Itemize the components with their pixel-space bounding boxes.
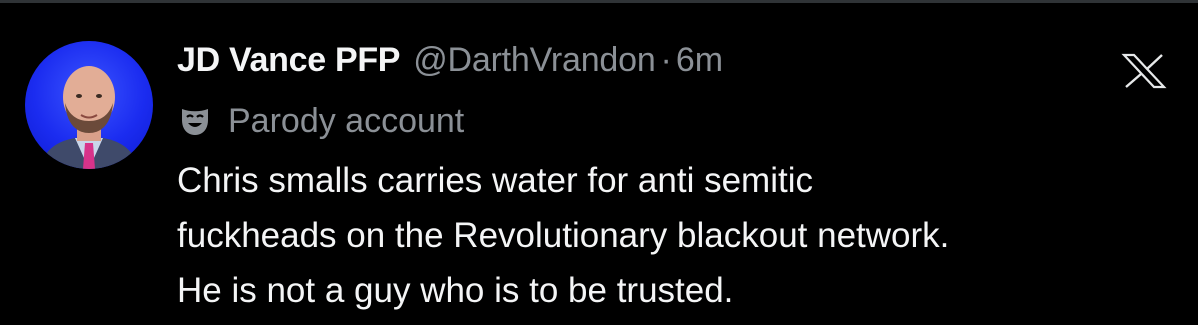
account-label-row: Parody account [178,99,464,143]
x-logo-icon[interactable] [1118,53,1170,89]
timestamp[interactable]: 6m [676,41,723,80]
separator-dot: · [660,41,672,79]
avatar[interactable] [25,41,153,169]
tweet-text: Chris smalls carries water for anti semi… [177,153,1177,318]
parody-account-label: Parody account [228,101,465,140]
tweet-text-line: Chris smalls carries water for anti semi… [177,161,813,200]
tweet-text-line: fuckheads on the Revolutionary blackout … [177,216,950,255]
display-name[interactable]: JD Vance PFP [177,41,400,80]
theater-mask-icon [178,104,212,138]
tweet-text-line: He is not a guy who is to be trusted. [177,271,734,310]
user-handle[interactable]: @DarthVrandon [413,41,656,80]
avatar-image [39,66,139,169]
tweet-header: JD Vance PFP @DarthVrandon · 6m [177,41,723,89]
tweet-card[interactable]: JD Vance PFP @DarthVrandon · 6m Parody a… [0,3,1198,325]
